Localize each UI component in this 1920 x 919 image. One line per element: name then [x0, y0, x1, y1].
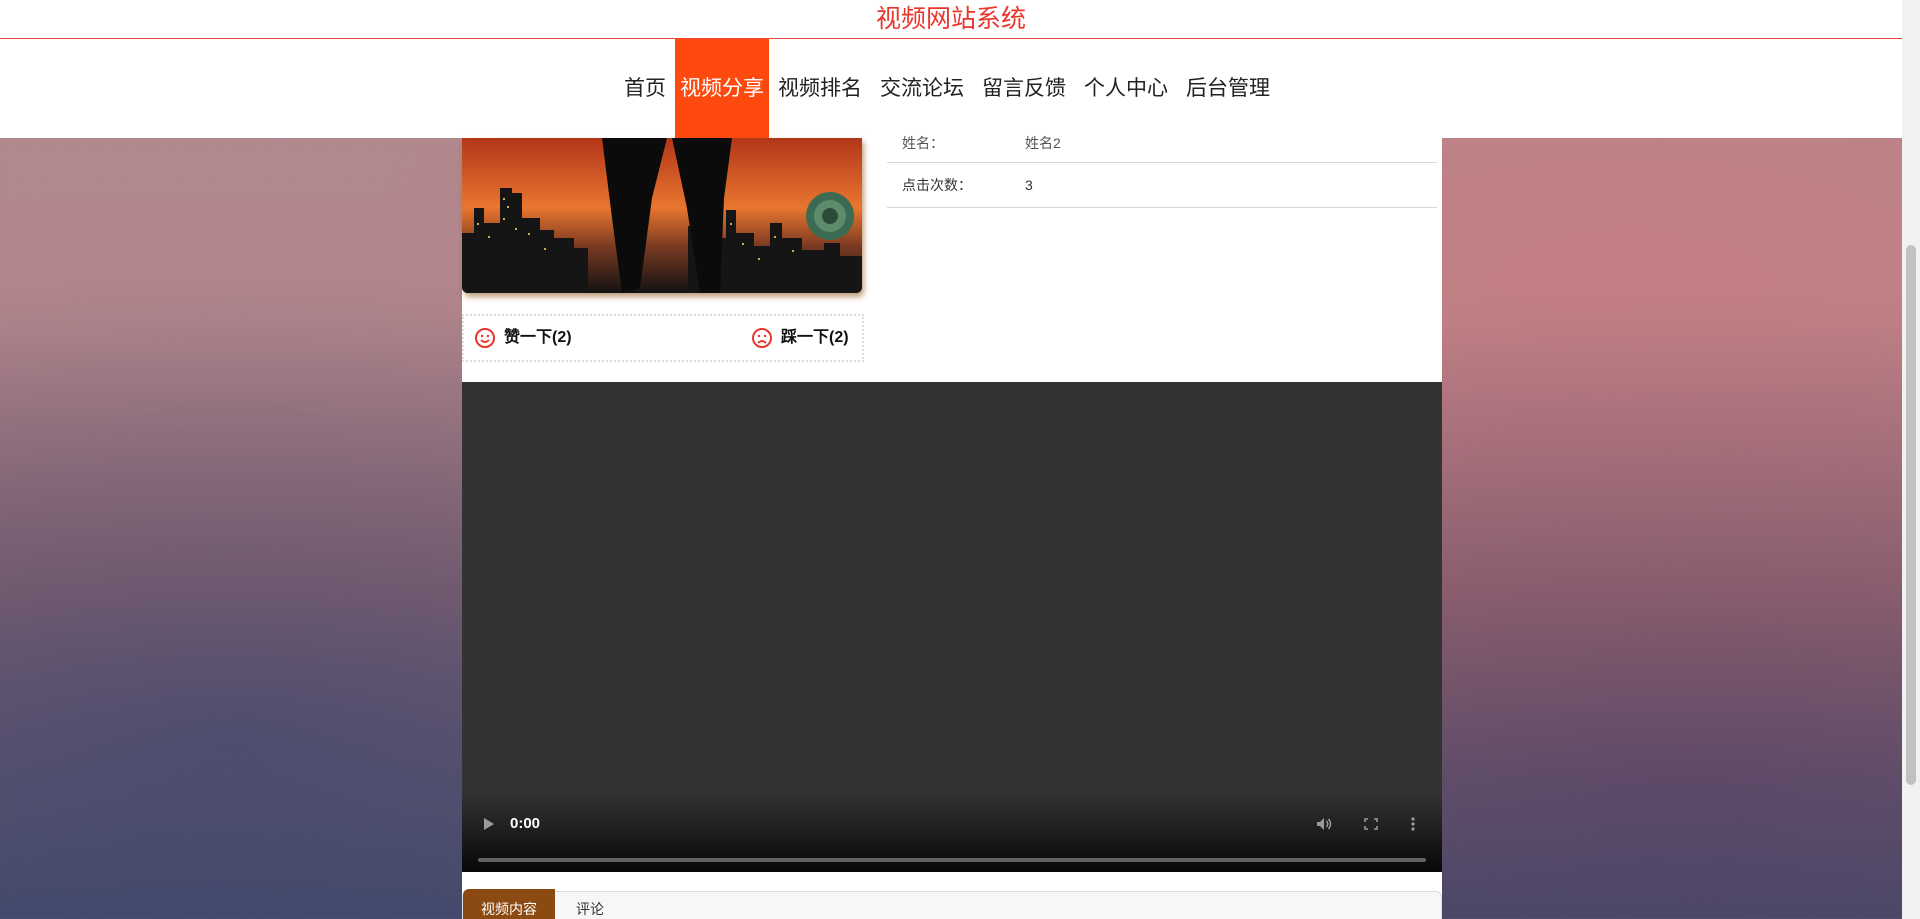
video-cover-image: [462, 138, 862, 293]
nav-item-video-share[interactable]: 视频分享: [675, 39, 769, 138]
info-value: 姓名2: [1025, 135, 1061, 151]
dislike-button[interactable]: 踩一下(2): [751, 316, 849, 360]
info-row-name: 姓名： 姓名2: [887, 135, 1437, 163]
main-nav: 首页 视频分享 视频排名 交流论坛 留言反馈 个人中心 后台管理: [0, 39, 1902, 138]
info-row-clicks: 点击次数： 3: [887, 163, 1437, 208]
detail-tabs-area: 视频内容 评论: [462, 872, 1442, 919]
smile-icon: [475, 328, 495, 348]
cover-illustration: [462, 138, 862, 293]
video-time: 0:00: [510, 815, 541, 832]
scrollbar-thumb[interactable]: [1906, 245, 1916, 785]
page-scrollbar[interactable]: [1902, 0, 1920, 919]
like-button[interactable]: 赞一下(2): [474, 316, 572, 360]
more-options-icon[interactable]: [1408, 814, 1418, 834]
dislike-label: 踩一下(2): [781, 329, 849, 346]
nav-item-feedback[interactable]: 留言反馈: [973, 39, 1075, 138]
tab-video-content[interactable]: 视频内容: [463, 889, 555, 919]
fullscreen-icon[interactable]: [1362, 814, 1380, 834]
video-player[interactable]: 0:00: [462, 382, 1442, 872]
tab-comments[interactable]: 评论: [558, 889, 622, 919]
nav-item-home[interactable]: 首页: [615, 39, 675, 138]
play-icon[interactable]: [481, 814, 497, 834]
like-label: 赞一下(2): [504, 329, 572, 346]
site-header: 视频网站系统: [0, 0, 1902, 39]
detail-tabs: 视频内容 评论: [462, 889, 1442, 919]
nav-item-admin[interactable]: 后台管理: [1177, 39, 1279, 138]
video-info-table: 姓名： 姓名2 点击次数： 3: [887, 135, 1437, 208]
video-detail-panel: 赞一下(2) 踩一下(2) 姓名： 姓名2 点击次数： 3: [462, 135, 1442, 382]
info-value: 3: [1025, 177, 1033, 193]
frown-icon: [752, 328, 772, 348]
nav-item-video-ranking[interactable]: 视频排名: [769, 39, 871, 138]
nav-list: 首页 视频分享 视频排名 交流论坛 留言反馈 个人中心 后台管理: [615, 39, 1279, 138]
video-controls: 0:00: [462, 792, 1442, 872]
nav-item-forum[interactable]: 交流论坛: [871, 39, 973, 138]
vote-box: 赞一下(2) 踩一下(2): [462, 314, 864, 362]
info-key: 姓名：: [902, 135, 944, 151]
nav-item-user-center[interactable]: 个人中心: [1075, 39, 1177, 138]
video-progress-bar[interactable]: [478, 858, 1426, 862]
site-title: 视频网站系统: [875, 5, 1026, 33]
info-key: 点击次数：: [902, 177, 972, 193]
volume-icon[interactable]: [1314, 814, 1334, 834]
